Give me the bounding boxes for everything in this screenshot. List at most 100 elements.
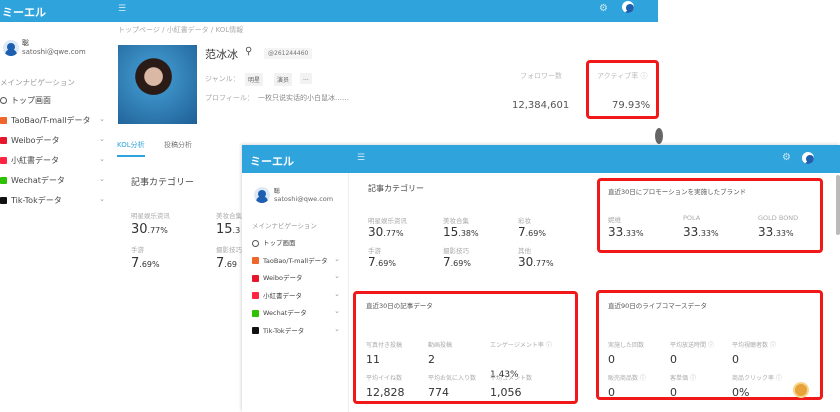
front-window: ミーエル ☰ ⚙ 聡 satoshi@qwe.com メインナビゲーション トッ… bbox=[242, 145, 840, 412]
sidebar-divider bbox=[348, 173, 349, 412]
brand-label: GOLD BOND bbox=[758, 214, 799, 222]
live-card-title: 直近90日のライブコマースデータ bbox=[608, 302, 707, 310]
metric-label: 平均コメント数 bbox=[490, 375, 533, 382]
tiktok-icon bbox=[252, 327, 259, 334]
scroll-button[interactable] bbox=[655, 128, 663, 144]
sidebar-item[interactable]: Tik-Tokデータ ⌄ bbox=[0, 195, 105, 206]
metric-value: 11 bbox=[366, 353, 380, 366]
sidebar-item[interactable]: Wechatデータ ⌄ bbox=[252, 307, 340, 317]
tab-post-analysis[interactable]: 投稿分析 bbox=[164, 140, 192, 150]
sidebar-item-label: Tik-Tokデータ bbox=[263, 326, 305, 335]
sidebar-item-label: Weiboデータ bbox=[11, 136, 60, 145]
sidebar-item-label: トップ画面 bbox=[11, 96, 51, 105]
cat-label: 美妆合集 bbox=[443, 217, 469, 225]
info-icon[interactable]: ⓘ bbox=[546, 342, 552, 349]
location-pin-icon: ⚲ bbox=[245, 46, 253, 57]
sidebar-item[interactable]: トップ画面 bbox=[0, 95, 105, 106]
profile-text: 一枚只说实话的小白鼠冰…… bbox=[258, 94, 349, 102]
sidebar-item-label: 小紅書データ bbox=[11, 156, 59, 165]
cat-value: 15.3 bbox=[216, 222, 241, 237]
cat-label: 美妆合集 bbox=[216, 212, 242, 220]
sidebar-item[interactable]: Tik-Tokデータ ⌄ bbox=[252, 325, 340, 335]
nav-section-label: メインナビゲーション bbox=[0, 78, 75, 87]
back-logo: ミーエル bbox=[2, 6, 46, 19]
tiktok-icon bbox=[0, 197, 7, 204]
chevron-down-icon: ⌄ bbox=[334, 324, 340, 333]
sidebar-item[interactable]: TaoBao/T-mallデータ ⌄ bbox=[252, 255, 340, 265]
cat-label: 摄影技巧 bbox=[216, 246, 242, 254]
genre-tag: 演员 bbox=[274, 73, 293, 86]
front-logo: ミーエル bbox=[250, 155, 294, 168]
metric-label: 写真付き投稿 bbox=[366, 342, 403, 349]
sidebar-item[interactable]: Weiboデータ ⌄ bbox=[252, 272, 340, 282]
sidebar-item[interactable]: 小紅書データ ⌄ bbox=[252, 290, 340, 300]
chevron-down-icon: ⌄ bbox=[99, 135, 105, 143]
sidebar-item[interactable]: Weiboデータ ⌄ bbox=[0, 135, 105, 146]
wechat-icon bbox=[0, 177, 7, 184]
clock-icon bbox=[252, 239, 259, 247]
breadcrumb-item[interactable]: トップページ bbox=[118, 26, 160, 34]
floating-help-icon[interactable] bbox=[793, 382, 809, 398]
tab-kol-analysis[interactable]: KOL分析 bbox=[117, 140, 145, 157]
scrollbar[interactable] bbox=[836, 175, 840, 235]
back-header bbox=[0, 0, 658, 22]
chevron-down-icon: ⌄ bbox=[334, 272, 340, 280]
chevron-down-icon: ⌄ bbox=[334, 289, 340, 298]
sidebar-item-label: Wechatデータ bbox=[263, 309, 307, 317]
menu-toggle-icon[interactable]: ☰ bbox=[357, 153, 365, 163]
header-avatar[interactable] bbox=[622, 1, 634, 13]
metric-value: 774 bbox=[428, 386, 449, 399]
metric-value: 0 bbox=[732, 353, 739, 366]
info-icon[interactable]: ⓘ bbox=[690, 375, 696, 382]
sidebar-item[interactable]: トップ画面 bbox=[252, 237, 340, 247]
sidebar-item[interactable]: TaoBao/T-mallデータ ⌄ bbox=[0, 115, 105, 126]
sidebar-item[interactable]: 小紅書データ ⌄ bbox=[0, 155, 105, 166]
active-rate: 79.93% bbox=[612, 100, 651, 111]
cat-label: 手游 bbox=[131, 246, 144, 254]
info-icon[interactable]: ⓘ bbox=[708, 342, 714, 349]
article-card-title: 直近30日の記事データ bbox=[366, 302, 433, 310]
cat-label: 彩妆 bbox=[518, 217, 531, 225]
breadcrumb-item[interactable]: 小紅書データ bbox=[167, 26, 209, 34]
metric-label: 平均お気に入り数 bbox=[428, 375, 477, 382]
chevron-down-icon: ⌄ bbox=[334, 307, 340, 315]
kol-id-badge: @261244460 bbox=[264, 48, 313, 59]
gear-icon[interactable]: ⚙ bbox=[782, 152, 791, 163]
followers-label: フォロワー数 bbox=[520, 72, 562, 80]
info-icon[interactable]: ⓘ bbox=[640, 375, 646, 382]
chevron-down-icon: ⌄ bbox=[334, 254, 340, 263]
info-icon[interactable]: ⓘ bbox=[770, 342, 776, 349]
chevron-down-icon: ⌄ bbox=[99, 195, 105, 203]
cat-value: 7.69% bbox=[368, 255, 396, 269]
sidebar-item-label: Tik-Tokデータ bbox=[11, 196, 62, 205]
cat-value: 7.69% bbox=[131, 256, 160, 271]
metric-label: エンゲージメント率 ⓘ bbox=[490, 342, 552, 349]
metric-label: 動画投稿 bbox=[428, 342, 453, 349]
cat-value: 30.77% bbox=[518, 255, 554, 269]
brand-card-title: 直近30日にプロモーションを実施したブランド bbox=[608, 188, 747, 196]
genre-more-tag[interactable]: ... bbox=[300, 73, 312, 84]
sidebar-item[interactable]: Wechatデータ ⌄ bbox=[0, 175, 105, 186]
avatar bbox=[3, 40, 19, 56]
menu-toggle-icon[interactable]: ☰ bbox=[118, 4, 126, 14]
metric-value: 2 bbox=[428, 353, 435, 366]
weibo-icon bbox=[252, 274, 259, 282]
header-avatar[interactable] bbox=[802, 152, 814, 164]
user-email: satoshi@qwe.com bbox=[274, 195, 334, 203]
info-icon[interactable]: ⓘ bbox=[776, 375, 782, 382]
metric-value: 12,828 bbox=[366, 386, 405, 399]
metric-value: 0 bbox=[670, 353, 677, 366]
cat-value: 15.38% bbox=[443, 225, 479, 239]
metric-label: 実施した回数 bbox=[608, 342, 645, 349]
cat-label: 手游 bbox=[368, 247, 381, 255]
metric-label: 平均放送時間 ⓘ bbox=[670, 342, 714, 349]
taobao-icon bbox=[252, 257, 259, 264]
nav-section-label: メインナビゲーション bbox=[252, 222, 317, 230]
brand-label: POLA bbox=[683, 214, 701, 222]
breadcrumb: トップページ / 小紅書データ / KOL情報 bbox=[118, 26, 244, 34]
genre-label: ジャンル： bbox=[205, 75, 240, 83]
metric-label: 平均イイね数 bbox=[366, 375, 403, 382]
xiaohongshu-icon bbox=[252, 292, 259, 299]
sidebar-item-label: Wechatデータ bbox=[11, 176, 65, 185]
gear-icon[interactable]: ⚙ bbox=[599, 3, 608, 14]
